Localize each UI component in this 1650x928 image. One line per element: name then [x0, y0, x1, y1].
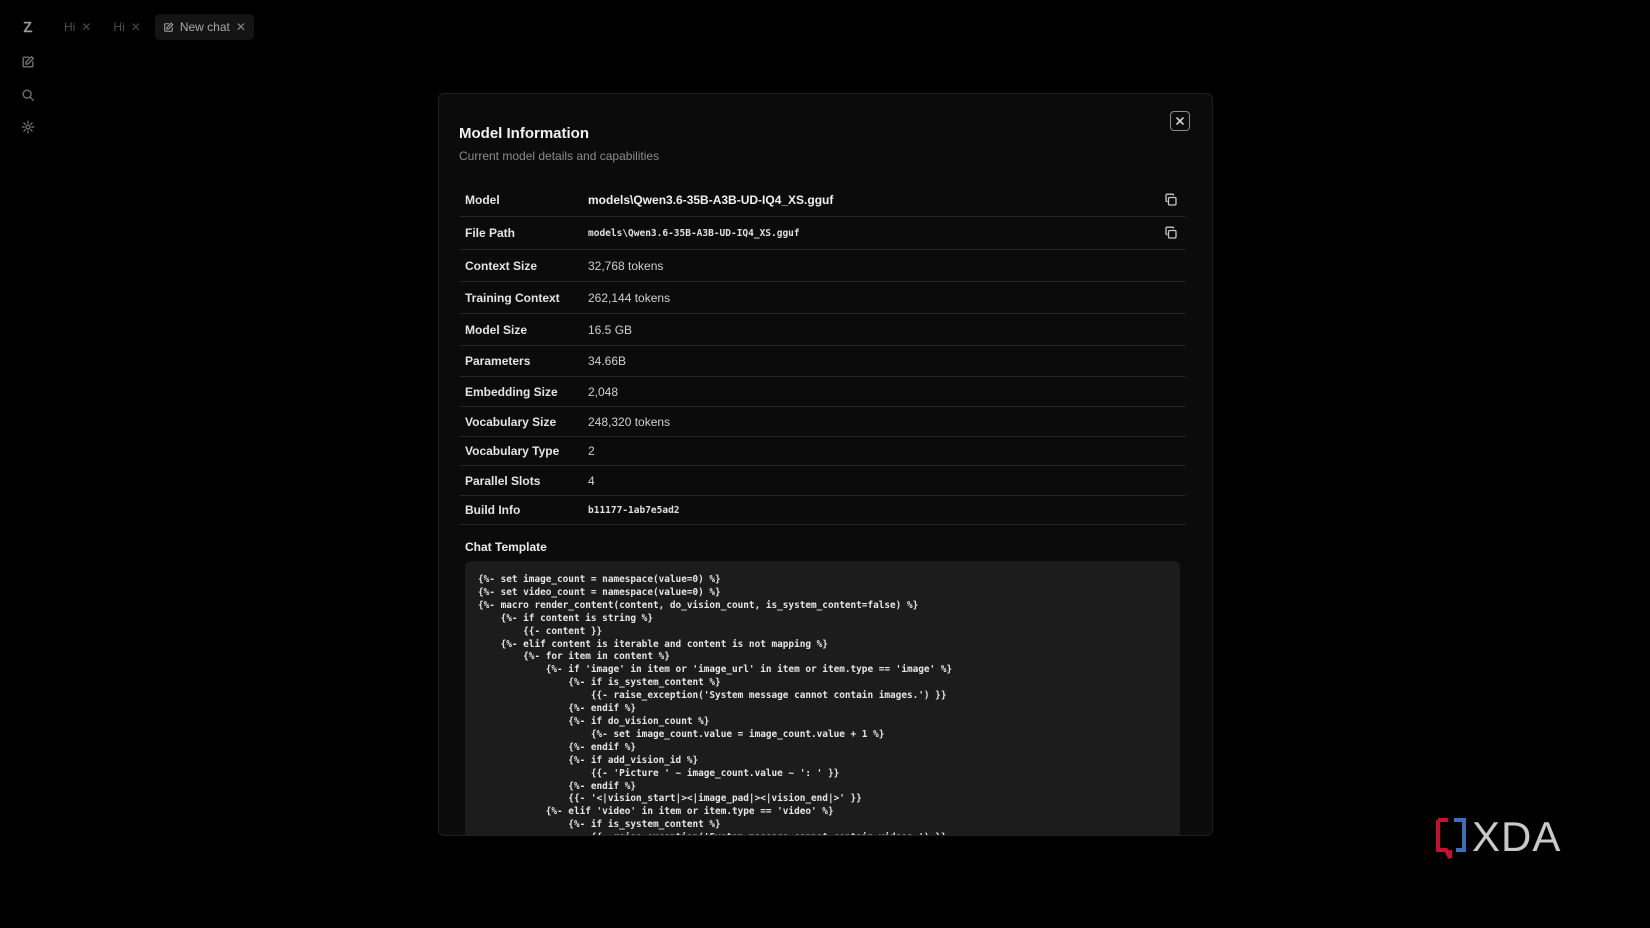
- info-row-vocabulary-size: Vocabulary Size 248,320 tokens: [459, 407, 1186, 437]
- tab-label: Hi: [113, 20, 125, 34]
- row-key: Context Size: [465, 258, 538, 273]
- info-row-file-path: File Path models\Qwen3.6-35B-A3B-UD-IQ4_…: [459, 217, 1186, 250]
- copy-icon[interactable]: [1164, 226, 1178, 240]
- side-rail: [0, 0, 56, 928]
- row-key: Training Context: [465, 290, 560, 305]
- row-key: Build Info: [465, 503, 521, 517]
- close-tab-icon[interactable]: ✕: [81, 21, 91, 33]
- row-value: models\Qwen3.6-35B-A3B-UD-IQ4_XS.gguf: [588, 227, 800, 239]
- tab-hi-2[interactable]: Hi ✕: [105, 14, 148, 40]
- info-row-build-info: Build Info b11177-1ab7e5ad2: [459, 496, 1186, 525]
- row-value: models\Qwen3.6-35B-A3B-UD-IQ4_XS.gguf: [588, 193, 834, 207]
- edit-icon: [164, 22, 174, 32]
- close-tab-icon[interactable]: ✕: [131, 21, 141, 33]
- row-key: Model Size: [465, 322, 528, 337]
- row-key: Parallel Slots: [465, 473, 541, 488]
- tab-label: Hi: [64, 20, 76, 34]
- settings-icon[interactable]: [18, 117, 38, 137]
- row-value: 4: [588, 473, 595, 488]
- row-value: 32,768 tokens: [588, 258, 664, 273]
- row-value: 262,144 tokens: [588, 290, 671, 305]
- logo-icon[interactable]: [18, 17, 38, 37]
- row-value: b11177-1ab7e5ad2: [588, 504, 680, 516]
- search-icon[interactable]: [18, 85, 38, 105]
- info-row-context-size: Context Size 32,768 tokens: [459, 250, 1186, 282]
- new-chat-icon[interactable]: [18, 52, 38, 72]
- xda-logo-icon: [1432, 812, 1472, 862]
- info-row-vocabulary-type: Vocabulary Type 2: [459, 437, 1186, 466]
- row-value: 2,048: [588, 384, 619, 399]
- chat-template-text: {%- set image_count = namespace(value=0)…: [478, 574, 953, 835]
- tab-hi-1[interactable]: Hi ✕: [56, 14, 99, 40]
- xda-watermark: XDA: [1432, 812, 1592, 862]
- close-icon: [1176, 117, 1184, 125]
- info-row-training-context: Training Context 262,144 tokens: [459, 282, 1186, 314]
- row-key: Model: [465, 193, 500, 207]
- row-value: 2: [588, 444, 595, 458]
- info-row-parameters: Parameters 34.66B: [459, 346, 1186, 377]
- row-value: 248,320 tokens: [588, 414, 671, 429]
- row-key: Vocabulary Size: [465, 414, 557, 429]
- info-row-embedding-size: Embedding Size 2,048: [459, 377, 1186, 407]
- close-dialog-button[interactable]: [1170, 111, 1190, 131]
- row-key: Embedding Size: [465, 384, 558, 399]
- row-value: 34.66B: [588, 354, 627, 368]
- row-value: 16.5 GB: [588, 322, 633, 337]
- dialog-title: Model Information: [459, 125, 589, 142]
- model-info-table: Model models\Qwen3.6-35B-A3B-UD-IQ4_XS.g…: [459, 184, 1186, 525]
- info-row-model: Model models\Qwen3.6-35B-A3B-UD-IQ4_XS.g…: [459, 184, 1186, 217]
- info-row-model-size: Model Size 16.5 GB: [459, 314, 1186, 346]
- dialog-subtitle: Current model details and capabilities: [459, 149, 660, 163]
- row-key: Parameters: [465, 354, 531, 368]
- info-row-parallel-slots: Parallel Slots 4: [459, 466, 1186, 496]
- tab-label: New chat: [179, 20, 230, 34]
- xda-wordmark: XDA: [1472, 813, 1562, 860]
- close-tab-icon[interactable]: ✕: [236, 21, 246, 33]
- chat-template-label: Chat Template: [465, 540, 547, 554]
- row-key: Vocabulary Type: [465, 444, 560, 458]
- copy-icon[interactable]: [1164, 193, 1178, 207]
- chat-template-code[interactable]: {%- set image_count = namespace(value=0)…: [465, 561, 1180, 835]
- row-key: File Path: [465, 226, 516, 240]
- tab-new-chat[interactable]: New chat ✕: [154, 14, 254, 40]
- model-information-dialog: Model Information Current model details …: [438, 93, 1213, 836]
- tab-bar: Hi ✕ Hi ✕ New chat ✕: [56, 14, 254, 40]
